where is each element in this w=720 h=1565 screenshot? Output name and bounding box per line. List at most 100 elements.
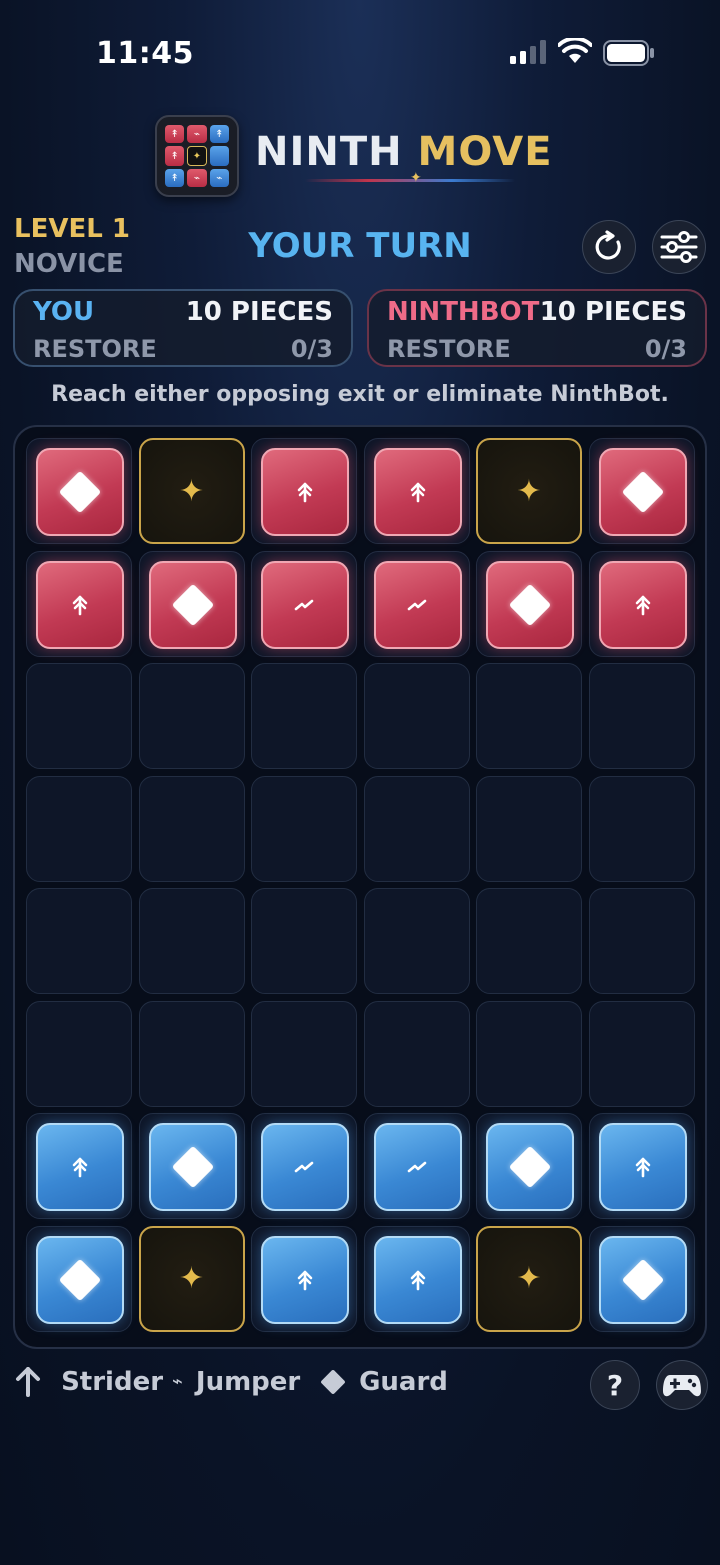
board-cell[interactable] [26,1225,132,1332]
empty-cell[interactable] [26,663,132,769]
settings-sliders-icon [660,231,698,263]
board-cell[interactable] [251,438,357,544]
guard-diamond-icon [621,470,664,514]
exit-cell[interactable]: ✦ [476,438,582,544]
jumper-bolt-icon [294,1160,316,1174]
legend-strider-label: Strider [61,1366,164,1397]
empty-cell[interactable] [476,1000,582,1107]
jumper-bolt-icon [294,598,316,612]
strider-arrow-icon [296,1269,314,1291]
help-button[interactable]: ? [590,1360,640,1410]
red-jumper-piece[interactable] [373,560,462,649]
empty-cell[interactable] [138,775,245,882]
board-cell[interactable] [588,550,695,657]
empty-cell[interactable] [26,888,132,994]
red-strider-piece[interactable] [598,560,687,649]
empty-cell[interactable] [476,775,582,882]
board-cell[interactable] [363,438,470,544]
empty-cell[interactable] [251,775,357,882]
blue-strider-piece[interactable] [598,1123,687,1211]
player-panel-bot: NINTHBOT 10 PIECES RESTORE 0/3 [367,289,707,367]
bot-name: NINTHBOT [387,297,540,327]
exit-cell[interactable]: ✦ [138,1225,245,1332]
red-guard-piece[interactable] [36,448,124,536]
empty-cell[interactable] [26,1000,132,1107]
blue-guard-piece[interactable] [598,1235,687,1324]
red-strider-piece[interactable] [373,448,462,536]
jumper-bolt-icon: ⌁ [172,1371,183,1392]
blue-strider-piece[interactable] [373,1235,462,1324]
app-logo: ↟ ⌁ ↟ ↟ ✦ ↟ ⌁ ⌁ NINTH MOVE ✦ [155,115,575,199]
red-strider-piece[interactable] [261,448,349,536]
empty-cell[interactable] [588,663,695,769]
empty-cell[interactable] [588,888,695,994]
empty-cell[interactable] [588,775,695,882]
player-restore-count: 0/3 [290,335,333,363]
blue-guard-piece[interactable] [36,1235,124,1324]
empty-cell[interactable] [138,888,245,994]
board-cell[interactable] [476,1113,582,1219]
empty-cell[interactable] [138,1000,245,1107]
empty-cell[interactable] [363,663,470,769]
legend-guard-label: Guard [359,1366,448,1397]
empty-cell[interactable] [588,1000,695,1107]
guard-diamond-icon [508,583,552,626]
empty-cell[interactable] [251,888,357,994]
gamepad-icon [663,1375,701,1397]
board-cell[interactable] [476,550,582,657]
restart-icon [595,230,621,260]
blue-strider-piece[interactable] [36,1123,124,1211]
board-cell[interactable] [588,1225,695,1332]
empty-cell[interactable] [26,775,132,882]
blue-guard-piece[interactable] [148,1123,237,1211]
strider-arrow-icon [634,1156,652,1178]
empty-cell[interactable] [363,888,470,994]
red-guard-piece[interactable] [486,560,574,649]
level-label: LEVEL 1 [14,214,130,244]
logo-wordmark: NINTH MOVE [255,129,553,175]
gamepad-button[interactable] [656,1360,708,1410]
exit-cell[interactable]: ✦ [476,1225,582,1332]
board-cell[interactable] [26,1113,132,1219]
blue-jumper-piece[interactable] [373,1123,462,1211]
blue-jumper-piece[interactable] [261,1123,349,1211]
empty-cell[interactable] [363,775,470,882]
red-strider-piece[interactable] [36,560,124,649]
status-bar: 11:45 [0,0,720,100]
empty-cell[interactable] [251,1000,357,1107]
board-cell[interactable] [363,550,470,657]
exit-star-icon: ✦ [516,473,542,509]
strider-arrow-icon [409,481,427,503]
bot-restore-label: RESTORE [387,335,511,363]
board-cell[interactable] [26,438,132,544]
board-cell[interactable] [251,550,357,657]
empty-cell[interactable] [363,1000,470,1107]
settings-button[interactable] [652,220,706,274]
board-cell[interactable] [588,438,695,544]
empty-cell[interactable] [476,888,582,994]
guard-diamond-icon [58,470,102,514]
restart-button[interactable] [582,220,636,274]
strider-arrow-icon [634,594,652,616]
help-icon: ? [606,1368,624,1402]
board-cell[interactable] [138,550,245,657]
wifi-icon [558,38,592,63]
empty-cell[interactable] [251,663,357,769]
blue-guard-piece[interactable] [486,1123,574,1211]
board-cell[interactable] [251,1225,357,1332]
red-jumper-piece[interactable] [261,560,349,649]
board-cell[interactable] [363,1225,470,1332]
board-cell[interactable] [363,1113,470,1219]
red-guard-piece[interactable] [148,560,237,649]
game-board: ✦ ✦ ✦ ✦ [13,425,707,1349]
empty-cell[interactable] [138,663,245,769]
exit-cell[interactable]: ✦ [138,438,245,544]
logo-word-ninth: NINTH [255,129,403,175]
board-cell[interactable] [26,550,132,657]
blue-strider-piece[interactable] [261,1235,349,1324]
board-cell[interactable] [251,1113,357,1219]
empty-cell[interactable] [476,663,582,769]
board-cell[interactable] [138,1113,245,1219]
red-guard-piece[interactable] [598,448,687,536]
board-cell[interactable] [588,1113,695,1219]
